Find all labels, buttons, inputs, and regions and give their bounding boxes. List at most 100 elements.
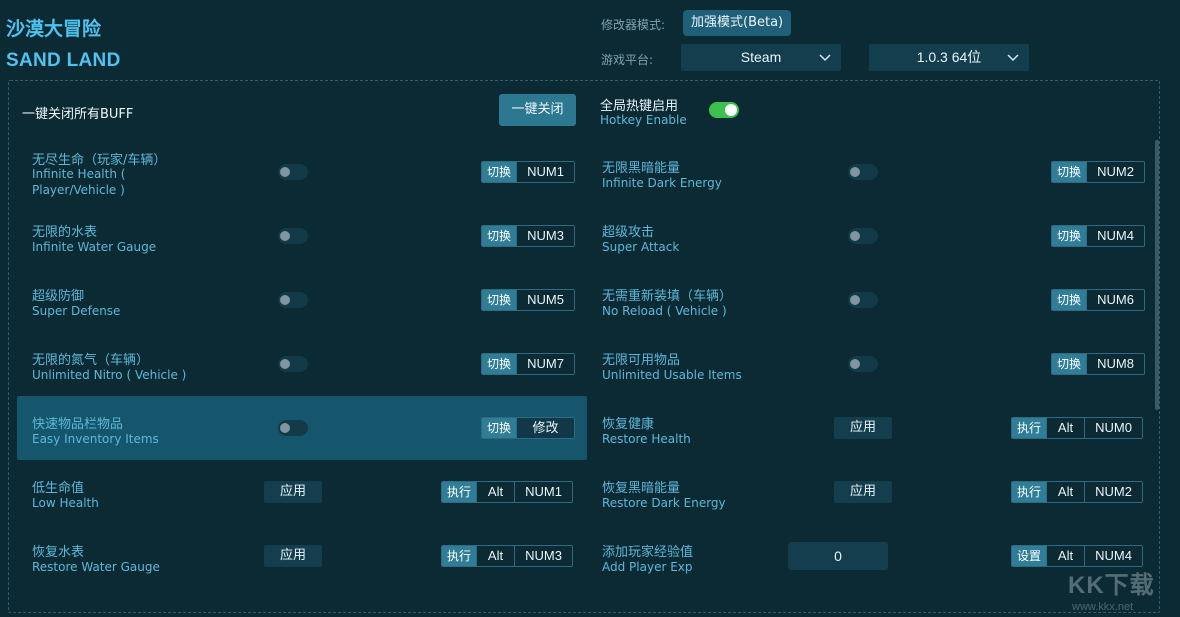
action-tag: 切换 bbox=[482, 354, 517, 374]
cheat-toggle[interactable] bbox=[278, 164, 308, 180]
cheat-toggle[interactable] bbox=[848, 228, 878, 244]
cheat-label-en: Restore Water Gauge bbox=[32, 560, 160, 574]
app-title-cn: 沙漠大冒险 bbox=[6, 18, 102, 40]
apply-button[interactable]: 应用 bbox=[264, 545, 322, 567]
scrollbar[interactable] bbox=[1155, 140, 1159, 410]
hotkey-group[interactable]: 切换 NUM6 bbox=[1051, 289, 1146, 311]
key-cap[interactable]: NUM2 bbox=[1084, 482, 1143, 502]
platform-value: Steam bbox=[740, 49, 782, 65]
hotkey-group[interactable]: 执行 Alt NUM0 bbox=[1011, 417, 1144, 439]
cheat-toggle[interactable] bbox=[278, 228, 308, 244]
key-cap[interactable]: NUM3 bbox=[514, 546, 573, 566]
action-tag: 切换 bbox=[482, 290, 517, 310]
action-tag: 执行 bbox=[1012, 482, 1047, 502]
modifier-key-cap[interactable]: Alt bbox=[1046, 546, 1085, 566]
platform-select[interactable]: Steam bbox=[681, 44, 841, 71]
close-all-label: 一键关闭所有BUFF bbox=[22, 107, 134, 122]
hotkey-toggle[interactable] bbox=[709, 102, 739, 118]
key-cap[interactable]: NUM1 bbox=[514, 482, 573, 502]
hotkey-group[interactable]: 切换 NUM4 bbox=[1051, 225, 1146, 247]
close-all-button[interactable]: 一键关闭 bbox=[499, 94, 576, 126]
key-cap[interactable]: NUM5 bbox=[516, 290, 575, 310]
cheat-label-en: Super Defense bbox=[32, 304, 121, 318]
key-cap[interactable]: NUM4 bbox=[1086, 226, 1145, 246]
action-tag: 切换 bbox=[1052, 290, 1087, 310]
cheat-panel bbox=[8, 80, 1160, 613]
cheat-label-en-line2: Player/Vehicle ) bbox=[32, 183, 125, 197]
action-tag: 设置 bbox=[1012, 546, 1047, 566]
cheat-label-en: Low Health bbox=[32, 496, 99, 510]
apply-button[interactable]: 应用 bbox=[834, 417, 892, 439]
cheat-toggle[interactable] bbox=[848, 164, 878, 180]
mode-button[interactable]: 加强模式(Beta) bbox=[683, 10, 792, 36]
version-value: 1.0.3 64位 bbox=[916, 49, 982, 65]
hotkey-group[interactable]: 切换 修改 bbox=[481, 417, 576, 439]
cheat-label-en: Restore Dark Energy bbox=[602, 496, 726, 510]
action-tag: 切换 bbox=[1052, 226, 1087, 246]
modifier-key-cap[interactable]: Alt bbox=[1046, 482, 1085, 502]
cheat-toggle[interactable] bbox=[278, 420, 308, 436]
apply-button[interactable]: 应用 bbox=[834, 481, 892, 503]
cheat-label-cn: 超级攻击 bbox=[602, 225, 655, 240]
hotkey-label-en: Hotkey Enable bbox=[600, 113, 687, 127]
cheat-label-cn: 恢复健康 bbox=[602, 417, 655, 432]
hotkey-group[interactable]: 切换 NUM5 bbox=[481, 289, 576, 311]
cheat-label-cn: 恢复黑暗能量 bbox=[602, 481, 681, 496]
action-tag: 切换 bbox=[1052, 162, 1087, 182]
key-cap[interactable]: NUM6 bbox=[1086, 290, 1145, 310]
hotkey-group[interactable]: 切换 NUM1 bbox=[481, 161, 576, 183]
cheat-label-en: Infinite Dark Energy bbox=[602, 176, 722, 190]
cheat-label-cn: 快速物品栏物品 bbox=[32, 417, 124, 432]
edit-key-button[interactable]: 修改 bbox=[516, 418, 575, 438]
cheat-toggle[interactable] bbox=[278, 292, 308, 308]
cheat-label-en: Add Player Exp bbox=[602, 560, 693, 574]
key-cap[interactable]: NUM7 bbox=[516, 354, 575, 374]
hotkey-group[interactable]: 执行 Alt NUM1 bbox=[441, 481, 574, 503]
hotkey-group[interactable]: 切换 NUM8 bbox=[1051, 353, 1146, 375]
apply-button[interactable]: 应用 bbox=[264, 481, 322, 503]
cheat-label-cn: 超级防御 bbox=[32, 289, 85, 304]
modifier-key-cap[interactable]: Alt bbox=[476, 546, 515, 566]
key-cap[interactable]: NUM0 bbox=[1084, 418, 1143, 438]
cheat-label-cn: 添加玩家经验值 bbox=[602, 545, 694, 560]
action-tag: 切换 bbox=[482, 418, 517, 438]
cheat-label-cn: 低生命值 bbox=[32, 481, 85, 496]
hotkey-group[interactable]: 切换 NUM3 bbox=[481, 225, 576, 247]
watermark-logo: KK下载 bbox=[1068, 572, 1155, 599]
cheat-label-cn: 无限黑暗能量 bbox=[602, 161, 681, 176]
cheat-label-en: Super Attack bbox=[602, 240, 680, 254]
hotkey-group[interactable]: 设置 Alt NUM4 bbox=[1011, 545, 1144, 567]
cheat-toggle[interactable] bbox=[848, 356, 878, 372]
cheat-label-cn: 无限的水表 bbox=[32, 225, 98, 240]
action-tag: 切换 bbox=[482, 162, 517, 182]
key-cap[interactable]: NUM8 bbox=[1086, 354, 1145, 374]
cheat-toggle[interactable] bbox=[278, 356, 308, 372]
hotkey-label-cn: 全局热键启用 bbox=[600, 99, 679, 114]
cheat-label-cn: 无限可用物品 bbox=[602, 353, 681, 368]
hotkey-group[interactable]: 切换 NUM7 bbox=[481, 353, 576, 375]
exp-value-input[interactable]: 0 bbox=[788, 542, 888, 570]
cheat-label-en: Unlimited Nitro ( Vehicle ) bbox=[32, 368, 187, 382]
modifier-key-cap[interactable]: Alt bbox=[1046, 418, 1085, 438]
cheat-label-en: Infinite Water Gauge bbox=[32, 240, 157, 254]
hotkey-group[interactable]: 执行 Alt NUM2 bbox=[1011, 481, 1144, 503]
mode-label: 修改器模式: bbox=[601, 18, 666, 32]
hotkey-group[interactable]: 切换 NUM2 bbox=[1051, 161, 1146, 183]
key-cap[interactable]: NUM2 bbox=[1086, 162, 1145, 182]
watermark-url: www.kkx.net bbox=[1072, 601, 1134, 613]
version-select[interactable]: 1.0.3 64位 bbox=[869, 44, 1029, 71]
key-cap[interactable]: NUM4 bbox=[1084, 546, 1143, 566]
key-cap[interactable]: NUM1 bbox=[516, 162, 575, 182]
key-cap[interactable]: NUM3 bbox=[516, 226, 575, 246]
modifier-key-cap[interactable]: Alt bbox=[476, 482, 515, 502]
cheat-label-en: Restore Health bbox=[602, 432, 691, 446]
cheat-toggle[interactable] bbox=[848, 292, 878, 308]
cheat-label-en: Infinite Health ( Player/Vehicle ) bbox=[32, 166, 125, 198]
cheat-label-en-line1: Infinite Health ( bbox=[32, 167, 126, 181]
chevron-down-icon bbox=[1007, 48, 1019, 75]
action-tag: 执行 bbox=[442, 482, 477, 502]
hotkey-group[interactable]: 执行 Alt NUM3 bbox=[441, 545, 574, 567]
cheat-label-cn: 无限的氮气（车辆） bbox=[32, 353, 150, 368]
cheat-label-en: Unlimited Usable Items bbox=[602, 368, 742, 382]
action-tag: 执行 bbox=[1012, 418, 1047, 438]
